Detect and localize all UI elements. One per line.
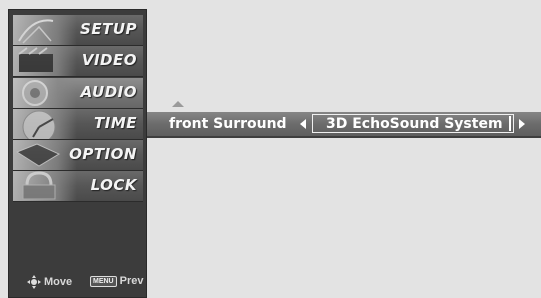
satellite-dish-icon	[13, 15, 77, 45]
menu-item-label: LOCK	[90, 176, 137, 195]
value-cursor	[509, 116, 511, 131]
prev-label: Prev	[119, 275, 144, 287]
menu-footer: Move MENU Prev	[8, 275, 147, 291]
film-clapper-icon	[13, 46, 77, 77]
menu-item-option[interactable]: OPTION	[13, 140, 143, 172]
arrow-left-icon[interactable]	[300, 119, 306, 129]
arrow-right-icon[interactable]	[519, 119, 525, 129]
menu-key-icon: MENU	[90, 275, 117, 287]
clock-icon	[13, 108, 77, 139]
move-label: Move	[44, 276, 73, 288]
option-value-box[interactable]: 3D EchoSound System	[312, 114, 514, 133]
menu-item-label: VIDEO	[81, 51, 137, 70]
menu-item-video[interactable]: VIDEO	[13, 46, 143, 78]
menu-item-setup[interactable]: SETUP	[13, 15, 143, 46]
menu-item-label: TIME	[94, 113, 137, 132]
menu-item-time[interactable]: TIME	[13, 108, 143, 140]
padlock-icon	[13, 171, 77, 202]
option-label: front Surround	[169, 116, 287, 132]
front-surround-option[interactable]: front Surround 3D EchoSound System	[147, 112, 541, 138]
menu-item-label: AUDIO	[80, 82, 137, 101]
navigation-pad-icon	[27, 275, 41, 289]
option-tag-icon	[13, 140, 77, 171]
menu-item-audio[interactable]: AUDIO	[13, 77, 143, 109]
option-value: 3D EchoSound System	[326, 116, 503, 132]
main-menu-list: SETUP VIDEO AUDIO TIME OPTION LOCK	[13, 15, 143, 203]
menu-item-label: SETUP	[80, 20, 137, 38]
scroll-up-arrow-icon	[172, 101, 184, 107]
prev-hint: MENU Prev	[90, 275, 143, 287]
speaker-icon	[13, 77, 77, 108]
move-hint: Move	[27, 275, 72, 289]
menu-item-label: OPTION	[69, 145, 137, 164]
menu-item-lock[interactable]: LOCK	[13, 171, 143, 203]
sidebar-menu: SETUP VIDEO AUDIO TIME OPTION LOCK Move …	[8, 9, 147, 298]
